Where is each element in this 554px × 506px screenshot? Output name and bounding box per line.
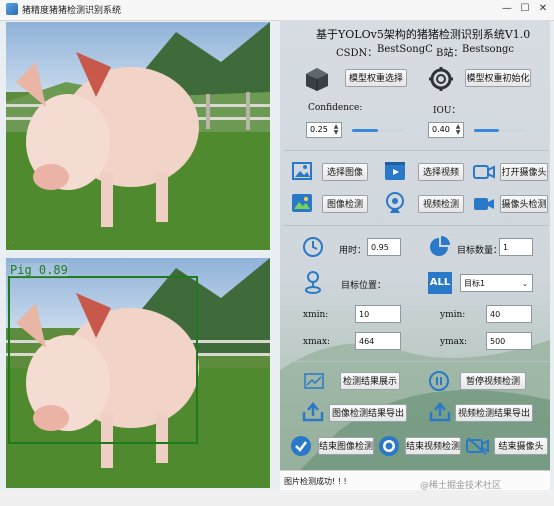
bilibili-label: B站： bbox=[436, 48, 464, 59]
image-detect-icon bbox=[292, 194, 312, 212]
ymin-field[interactable]: 40 bbox=[486, 305, 532, 323]
maximize-icon[interactable]: ☐ bbox=[518, 2, 532, 16]
video-icon bbox=[385, 162, 405, 180]
select-weights-button[interactable]: 模型权重选择 bbox=[345, 69, 407, 87]
image-detect-button[interactable]: 图像检测 bbox=[322, 195, 368, 213]
iou-value: 0.40 bbox=[432, 125, 450, 134]
show-results-button[interactable]: 检测结果展示 bbox=[340, 372, 400, 390]
stop-circle-icon bbox=[379, 436, 399, 456]
end-image-detect-button[interactable]: 结束图像检测 bbox=[318, 437, 374, 455]
init-weights-button[interactable]: 模型权重初始化 bbox=[465, 69, 531, 87]
open-camera-button[interactable]: 打开摄像头 bbox=[500, 163, 548, 181]
camera-detect-button[interactable]: 摄像头检测 bbox=[500, 195, 548, 213]
pie-chart-icon bbox=[430, 236, 450, 256]
ymin-label: ymin: bbox=[440, 310, 466, 320]
pause-icon bbox=[429, 371, 449, 391]
minimize-icon[interactable]: — bbox=[500, 2, 514, 16]
ymax-field[interactable]: 500 bbox=[486, 332, 532, 350]
target-select[interactable]: 目标1 ⌄ bbox=[460, 274, 533, 292]
export-video-button[interactable]: 视频检测结果导出 bbox=[455, 404, 533, 422]
spin-arrows-icon[interactable]: ▲ ▼ bbox=[454, 124, 462, 136]
check-circle-icon bbox=[291, 436, 311, 456]
chevron-down-icon[interactable]: ⌄ bbox=[522, 275, 528, 293]
location-pin-icon bbox=[305, 271, 321, 294]
close-icon[interactable]: ✕ bbox=[536, 2, 550, 16]
csdn-label: CSDN： bbox=[336, 48, 378, 59]
detection-box bbox=[8, 276, 198, 444]
detected-image-panel: Pig 0.89 bbox=[6, 258, 270, 488]
select-image-button[interactable]: 选择图像 bbox=[322, 163, 368, 181]
title-bar: 猪精度猪猪检测识别系统 — ☐ ✕ bbox=[0, 0, 554, 21]
clock-icon bbox=[303, 237, 323, 257]
xmax-field[interactable]: 464 bbox=[355, 332, 401, 350]
ymax-label: ymax: bbox=[440, 337, 468, 347]
original-image-panel: · bbox=[6, 22, 270, 250]
count-label: 目标数量： bbox=[457, 246, 503, 256]
divider bbox=[284, 150, 548, 151]
cube-icon bbox=[306, 68, 328, 91]
xmax-label: xmax: bbox=[303, 337, 331, 347]
spin-arrows-icon[interactable]: ▲ ▼ bbox=[332, 124, 340, 136]
confidence-spinbox[interactable]: 0.25 ▲ ▼ bbox=[306, 122, 342, 138]
confidence-label: Confidence: bbox=[308, 103, 363, 113]
original-pig-image: · bbox=[6, 22, 270, 250]
confidence-value: 0.25 bbox=[310, 125, 328, 134]
camcorder-icon bbox=[474, 198, 494, 210]
end-camera-button[interactable]: 结束摄像头 bbox=[494, 437, 548, 455]
status-message: 图片检测成功! ! ! bbox=[284, 477, 347, 486]
select-video-button[interactable]: 选择视频 bbox=[418, 163, 464, 181]
camera-icon bbox=[473, 165, 495, 179]
window-title: 猪精度猪猪检测识别系统 bbox=[22, 6, 122, 16]
line-chart-icon bbox=[304, 373, 324, 389]
divider bbox=[284, 361, 548, 362]
app-icon bbox=[6, 3, 18, 15]
time-label: 用时： bbox=[339, 246, 367, 256]
export-image-button[interactable]: 图像检测结果导出 bbox=[329, 404, 407, 422]
confidence-slider-fill bbox=[352, 129, 378, 132]
bilibili-value: Bestsongc bbox=[462, 44, 515, 55]
xmin-field[interactable]: 10 bbox=[355, 305, 401, 323]
gear-icon bbox=[429, 67, 453, 91]
count-field[interactable]: 1 bbox=[499, 238, 533, 256]
window-bottom-edge bbox=[0, 490, 554, 506]
video-detect-button[interactable]: 视频检测 bbox=[418, 195, 464, 213]
csdn-value: BestSongC bbox=[377, 44, 433, 55]
target-select-value: 目标1 bbox=[464, 279, 486, 288]
status-bar: 图片检测成功! ! ! bbox=[280, 470, 550, 491]
all-icon: ALL bbox=[428, 272, 452, 294]
app-heading: 基于YOLOv5架构的猪猪检测识别系统V1.0 bbox=[316, 28, 531, 41]
pause-video-button[interactable]: 暂停视频检测 bbox=[460, 372, 526, 390]
export-icon bbox=[302, 402, 324, 422]
iou-slider-fill bbox=[474, 129, 499, 132]
xmin-label: xmin: bbox=[303, 310, 329, 320]
camera-off-icon bbox=[466, 437, 489, 455]
webcam-icon bbox=[386, 192, 404, 213]
divider bbox=[284, 225, 548, 226]
detection-label: Pig 0.89 bbox=[10, 263, 68, 277]
iou-spinbox[interactable]: 0.40 ▲ ▼ bbox=[428, 122, 464, 138]
export-icon bbox=[429, 402, 451, 422]
time-field[interactable]: 0.95 bbox=[367, 238, 401, 256]
end-video-detect-button[interactable]: 结束视频检测 bbox=[405, 437, 461, 455]
image-icon bbox=[292, 162, 312, 180]
iou-label: IOU： bbox=[433, 106, 461, 116]
position-label: 目标位置： bbox=[341, 281, 387, 291]
